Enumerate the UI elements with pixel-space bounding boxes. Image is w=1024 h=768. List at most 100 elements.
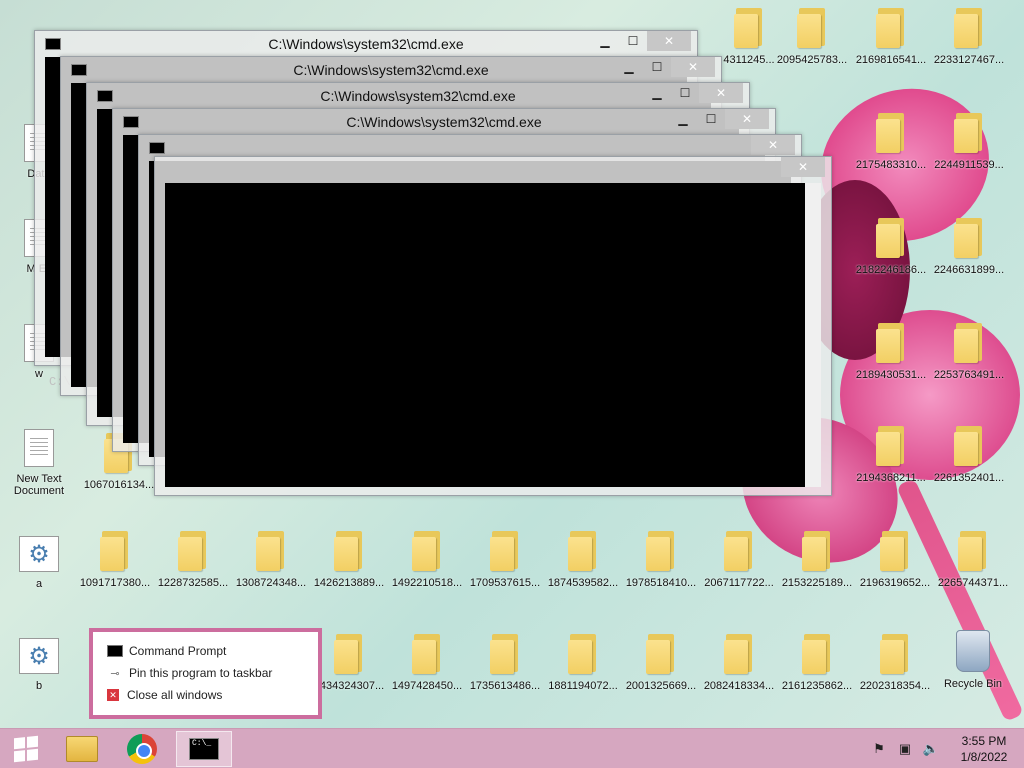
folder-icon (954, 113, 984, 153)
desktop-icon-folder[interactable]: 2175483310... (852, 105, 930, 205)
maximize-button[interactable]: ☐ (671, 83, 699, 103)
desktop-icon-folder[interactable]: 1978518410... (622, 523, 700, 623)
volume-muted-icon[interactable]: 🔈 (922, 740, 940, 758)
folder-icon (646, 531, 676, 571)
title-bar[interactable]: C:\Windows\system32\cmd.exe ▁ ☐ ✕ (113, 109, 775, 135)
desktop-icon-folder[interactable]: 2261352401... (930, 418, 1008, 518)
desktop-icon-folder[interactable]: 1497428450... (388, 626, 466, 726)
icon-label: 2253763491... (933, 369, 1005, 381)
icon-label: 2233127467... (933, 54, 1005, 66)
desktop-icon-folder[interactable]: 2194368211... (852, 418, 930, 518)
maximize-button[interactable]: ☐ (697, 109, 725, 129)
minimize-button[interactable]: ▁ (615, 57, 643, 77)
desktop-icon-folder[interactable]: 2244911539... (930, 105, 1008, 205)
folder-icon (876, 218, 906, 258)
desktop-icon-folder[interactable]: 2253763491... (930, 315, 1008, 415)
minimize-button[interactable]: ▁ (643, 83, 671, 103)
desktop-icon-folder[interactable]: 1881194072... (544, 626, 622, 726)
desktop-icon-folder[interactable]: 2189430531... (852, 315, 930, 415)
title-bar[interactable]: ✕ (155, 157, 831, 183)
desktop-icon-folder[interactable]: 2082418334... (700, 626, 778, 726)
system-tray: ⚑ ▣ 🔈 3:55 PM 1/8/2022 (866, 729, 1024, 768)
close-button[interactable]: ✕ (751, 135, 795, 155)
folder-icon (412, 531, 442, 571)
icon-label: 1067016134... (83, 479, 155, 491)
clock-time: 3:55 PM (961, 734, 1007, 748)
title-bar[interactable]: C:\Windows\system32\cmd.exe ▁ ☐ ✕ (35, 31, 697, 57)
desktop-icon-folder[interactable]: 1735613486... (466, 626, 544, 726)
maximize-button[interactable]: ☐ (619, 31, 647, 51)
desktop-icon-b[interactable]: ⚙ b (0, 632, 78, 728)
icon-label: 1091717380... (79, 577, 151, 589)
jump-list-close-all-windows[interactable]: ✕ Close all windows (107, 684, 318, 706)
desktop-icon-folder[interactable]: 1308724348... (232, 523, 310, 623)
start-button[interactable] (6, 731, 46, 767)
icon-label: 2261352401... (933, 472, 1005, 484)
icon-label: 1709537615... (469, 577, 541, 589)
folder-icon (256, 531, 286, 571)
icon-label: 1228732585... (157, 577, 229, 589)
minimize-button[interactable]: ▁ (591, 31, 619, 51)
action-center-flag-icon[interactable]: ⚑ (870, 740, 888, 758)
minimize-button[interactable]: ▁ (669, 109, 697, 129)
icon-label: 1978518410... (625, 577, 697, 589)
console-area[interactable] (165, 183, 805, 487)
icon-label: a (35, 578, 43, 590)
title-bar[interactable]: C:\Windows\system32\cmd.exe ▁ ☐ ✕ (61, 57, 721, 83)
desktop-icon-folder[interactable]: 2169816541... (852, 0, 930, 100)
icon-label: 1497428450... (391, 680, 463, 692)
desktop-icon-folder[interactable]: 2161235862... (778, 626, 856, 726)
folder-icon (334, 634, 364, 674)
folder-icon (954, 218, 984, 258)
desktop-icon-folder[interactable]: 2095425783... (773, 0, 851, 100)
desktop-icon-folder[interactable]: 1709537615... (466, 523, 544, 623)
desktop-icon-folder[interactable]: 1228732585... (154, 523, 232, 623)
network-icon[interactable]: ▣ (896, 740, 914, 758)
desktop-icon-folder[interactable]: 1426213889... (310, 523, 388, 623)
icon-label: b (35, 680, 43, 692)
desktop-icon-a[interactable]: ⚙ a (0, 530, 78, 630)
close-button[interactable]: ✕ (781, 157, 825, 177)
taskbar-jump-list: Command Prompt ⊸ Pin this program to tas… (89, 628, 322, 719)
desktop-icon-recycle-bin[interactable]: Recycle Bin (934, 626, 1012, 726)
folder-icon (178, 531, 208, 571)
folder-icon (876, 323, 906, 363)
title-bar[interactable]: C:\Windows\system32\cmd.exe ▁ ☐ ✕ (87, 83, 749, 109)
jump-list-pin-to-taskbar[interactable]: ⊸ Pin this program to taskbar (107, 662, 318, 684)
taskbar-file-explorer[interactable] (60, 731, 104, 767)
desktop-icon-new-text-document[interactable]: New Text Document (0, 425, 78, 525)
icon-label: 2153225189... (781, 577, 853, 589)
close-button[interactable]: ✕ (699, 83, 743, 103)
desktop-icon-folder[interactable]: 2001325669... (622, 626, 700, 726)
close-button[interactable]: ✕ (671, 57, 715, 77)
vertical-scrollbar[interactable] (805, 183, 821, 487)
taskbar-chrome[interactable] (120, 731, 164, 767)
desktop-icon-folder[interactable]: 2182246186... (852, 210, 930, 310)
taskbar-command-prompt[interactable]: C:\_ (176, 731, 232, 767)
icon-label: 2244911539... (934, 159, 1004, 171)
icon-label: 2169816541... (855, 54, 927, 66)
desktop[interactable]: Date M Ex w New Text Document 1067016134… (0, 0, 1024, 728)
folder-icon (876, 113, 906, 153)
clock[interactable]: 3:55 PM 1/8/2022 (944, 733, 1024, 765)
desktop-icon-folder[interactable]: 1091717380... (76, 523, 154, 623)
maximize-button[interactable]: ☐ (643, 57, 671, 77)
jump-list-label: Close all windows (127, 688, 223, 702)
desktop-icon-folder[interactable]: 1874539582... (544, 523, 622, 623)
windows-logo-icon (14, 735, 38, 763)
desktop-icon-folder[interactable]: 1492210518... (388, 523, 466, 623)
desktop-icon-folder[interactable]: 2265744371... (934, 523, 1012, 623)
folder-icon (797, 8, 827, 48)
desktop-icon-folder[interactable]: 2153225189... (778, 523, 856, 623)
desktop-icon-folder[interactable]: 2067117722... (700, 523, 778, 623)
desktop-icon-folder[interactable]: 2202318354... (856, 626, 934, 726)
icon-label: 2082418334... (703, 680, 775, 692)
close-button[interactable]: ✕ (725, 109, 769, 129)
desktop-icon-folder[interactable]: 2246631899... (930, 210, 1008, 310)
close-button[interactable]: ✕ (647, 31, 691, 51)
icon-label: 2246631899... (933, 264, 1005, 276)
desktop-icon-folder[interactable]: 2196319652... (856, 523, 934, 623)
cmd-window-front[interactable]: ✕ (154, 156, 832, 496)
jump-list-command-prompt[interactable]: Command Prompt (107, 640, 318, 662)
desktop-icon-folder[interactable]: 2233127467... (930, 0, 1008, 100)
